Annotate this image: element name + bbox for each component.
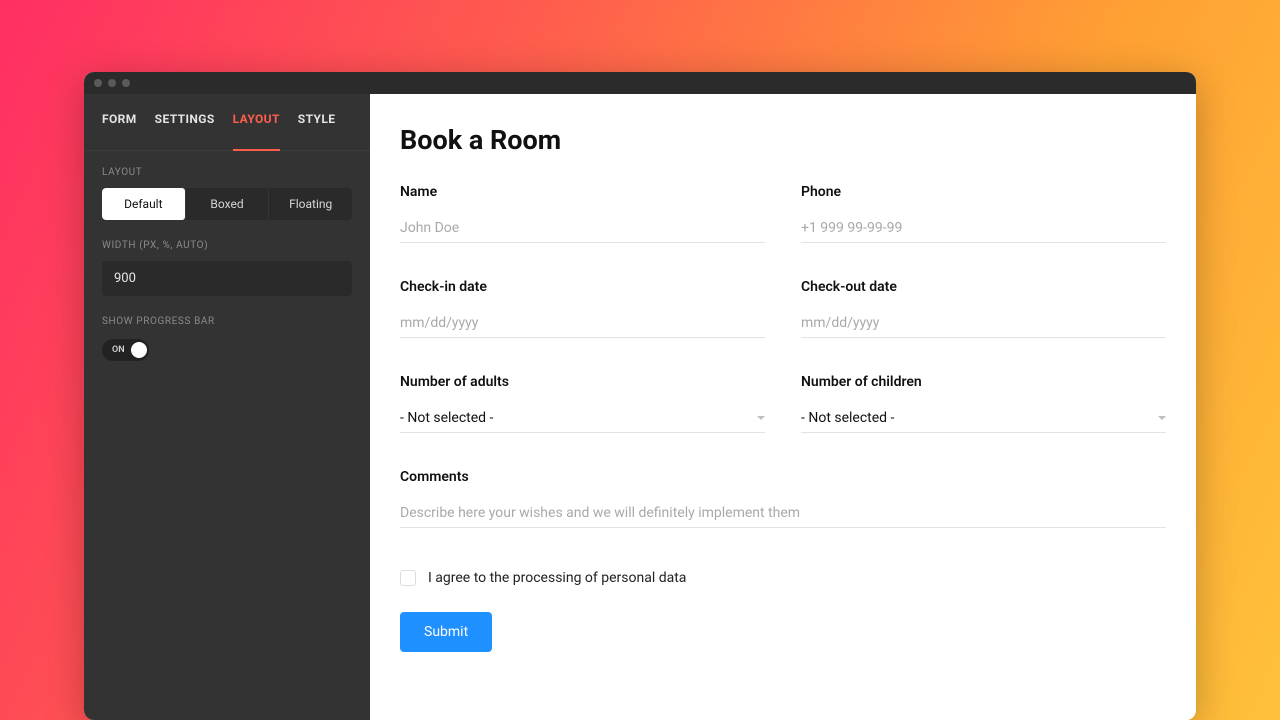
width-input[interactable] bbox=[102, 261, 352, 296]
field-checkout: Check-out date bbox=[801, 279, 1166, 338]
consent-checkbox[interactable] bbox=[400, 570, 416, 586]
form-title: Book a Room bbox=[400, 124, 1166, 156]
field-checkin: Check-in date bbox=[400, 279, 765, 338]
layout-option-default[interactable]: Default bbox=[102, 188, 185, 220]
traffic-light-close[interactable] bbox=[94, 79, 102, 87]
field-checkin-input[interactable] bbox=[400, 309, 765, 338]
tab-style[interactable]: STYLE bbox=[298, 112, 336, 138]
field-checkin-label: Check-in date bbox=[400, 279, 765, 295]
consent-label: I agree to the processing of personal da… bbox=[428, 570, 686, 586]
field-adults: Number of adults - Not selected - bbox=[400, 374, 765, 433]
field-name: Name bbox=[400, 184, 765, 243]
field-children-value: - Not selected - bbox=[801, 410, 894, 426]
field-comments: Comments bbox=[400, 469, 1166, 528]
field-children: Number of children - Not selected - bbox=[801, 374, 1166, 433]
tab-settings[interactable]: SETTINGS bbox=[155, 112, 215, 138]
tab-form[interactable]: FORM bbox=[102, 112, 137, 138]
field-comments-label: Comments bbox=[400, 469, 1166, 485]
field-checkout-input[interactable] bbox=[801, 309, 1166, 338]
traffic-light-maximize[interactable] bbox=[122, 79, 130, 87]
consent-row: I agree to the processing of personal da… bbox=[400, 570, 1166, 586]
field-adults-select[interactable]: - Not selected - bbox=[400, 404, 765, 433]
chevron-down-icon bbox=[1158, 416, 1166, 420]
layout-segmented-control: Default Boxed Floating bbox=[102, 188, 352, 220]
layout-section-label: LAYOUT bbox=[102, 167, 352, 178]
layout-option-boxed[interactable]: Boxed bbox=[185, 188, 269, 220]
progress-toggle[interactable]: ON bbox=[102, 339, 149, 361]
field-comments-input[interactable] bbox=[400, 499, 1166, 528]
field-checkout-label: Check-out date bbox=[801, 279, 1166, 295]
field-adults-value: - Not selected - bbox=[400, 410, 493, 426]
window-titlebar bbox=[84, 72, 1196, 94]
layout-option-floating[interactable]: Floating bbox=[268, 188, 352, 220]
field-name-input[interactable] bbox=[400, 214, 765, 243]
layout-section: LAYOUT Default Boxed Floating bbox=[84, 151, 370, 224]
width-section-label: WIDTH (PX, %, AUTO) bbox=[102, 240, 352, 251]
width-section: WIDTH (PX, %, AUTO) bbox=[84, 224, 370, 300]
app-window: FORM SETTINGS LAYOUT STYLE LAYOUT Defaul… bbox=[84, 72, 1196, 720]
field-children-label: Number of children bbox=[801, 374, 1166, 390]
progress-section: SHOW PROGRESS BAR ON bbox=[84, 300, 370, 365]
field-phone-label: Phone bbox=[801, 184, 1166, 200]
field-children-select[interactable]: - Not selected - bbox=[801, 404, 1166, 433]
tab-layout[interactable]: LAYOUT bbox=[233, 112, 280, 151]
field-phone: Phone bbox=[801, 184, 1166, 243]
traffic-light-minimize[interactable] bbox=[108, 79, 116, 87]
form-grid: Name Phone Check-in date Check-out date bbox=[400, 184, 1166, 586]
chevron-down-icon bbox=[757, 416, 765, 420]
progress-section-label: SHOW PROGRESS BAR bbox=[102, 316, 352, 327]
field-name-label: Name bbox=[400, 184, 765, 200]
form-preview: Book a Room Name Phone Check-in date Che… bbox=[370, 94, 1196, 720]
app-body: FORM SETTINGS LAYOUT STYLE LAYOUT Defaul… bbox=[84, 94, 1196, 720]
submit-button[interactable]: Submit bbox=[400, 612, 492, 652]
settings-sidebar: FORM SETTINGS LAYOUT STYLE LAYOUT Defaul… bbox=[84, 94, 370, 720]
field-phone-input[interactable] bbox=[801, 214, 1166, 243]
field-adults-label: Number of adults bbox=[400, 374, 765, 390]
progress-toggle-knob bbox=[131, 342, 147, 358]
progress-toggle-label: ON bbox=[112, 345, 125, 355]
sidebar-tabs: FORM SETTINGS LAYOUT STYLE bbox=[84, 100, 370, 151]
